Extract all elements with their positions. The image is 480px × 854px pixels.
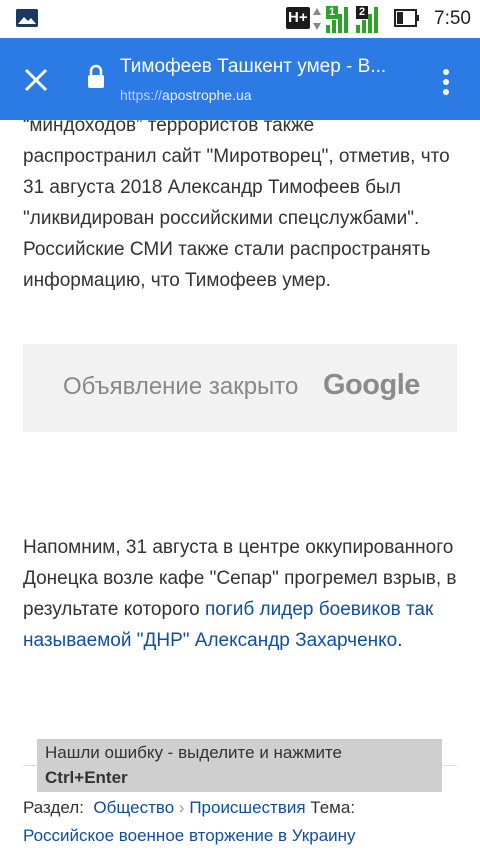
paragraph-end: . (397, 630, 403, 651)
sim1-badge: 1 (326, 6, 338, 19)
report-error-notice: Нашли ошибку - выделите и нажмите Ctrl+E… (37, 739, 442, 792)
section-link-incidents[interactable]: Происшествия (189, 798, 305, 817)
article-paragraph: “миндоходов” террористов также распростра… (23, 120, 463, 296)
google-logo: Google (323, 369, 420, 401)
report-error-shortcut: Ctrl+Enter (45, 768, 128, 787)
section-link-society[interactable]: Общество (93, 798, 174, 817)
sim2-badge: 2 (356, 6, 368, 19)
battery-icon (394, 9, 419, 27)
report-error-text: Нашли ошибку - выделите и нажмите (45, 743, 342, 762)
clock: 7:50 (434, 8, 471, 29)
topic-link[interactable]: Российское военное вторжение в Украину (23, 826, 356, 845)
lock-icon (88, 64, 104, 88)
gallery-icon (16, 9, 38, 27)
network-type-indicator: H+ (286, 7, 310, 29)
url-display: https://apostrophe.ua (120, 86, 252, 104)
section-label: Раздел: (23, 798, 84, 817)
status-bar: H+ 1 2 7:50 (0, 0, 480, 38)
data-arrows-icon (313, 8, 321, 30)
article-meta: Раздел: Общество › Происшествия Тема: Ро… (23, 794, 463, 850)
article-content: “миндоходов” террористов также распростра… (0, 120, 480, 854)
browser-toolbar: Тимофеев Ташкент умер - В... https://apo… (0, 38, 480, 120)
breadcrumb-separator: › (178, 798, 185, 817)
ad-closed-banner: Объявление закрыто Google (23, 344, 457, 432)
close-icon[interactable] (18, 62, 54, 98)
ad-closed-text: Объявление закрыто (63, 373, 299, 400)
url-scheme: https:// (120, 87, 163, 103)
partial-line: “миндоходов” террористов также (23, 120, 315, 136)
more-vert-icon[interactable] (434, 64, 458, 100)
topic-label: Тема: (310, 798, 356, 817)
paragraph-text: распространил сайт "Миротворец", отметив… (23, 146, 450, 291)
url-host: apostrophe.ua (162, 87, 252, 103)
page-title: Тимофеев Ташкент умер - В... (120, 56, 387, 77)
article-paragraph: Напомним, 31 августа в центре оккупирова… (23, 532, 463, 656)
